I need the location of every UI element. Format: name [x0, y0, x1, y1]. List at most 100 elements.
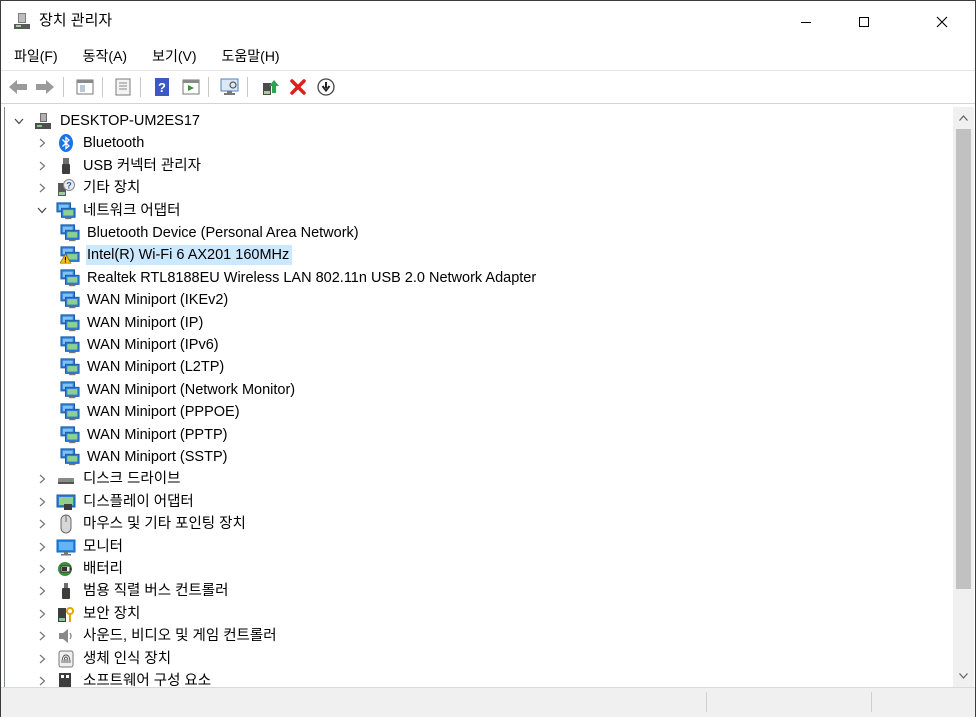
tree-item[interactable]: WAN Miniport (SSTP) [60, 446, 230, 468]
collapse-arrow-icon[interactable] [36, 648, 48, 670]
maximize-button[interactable] [841, 1, 887, 43]
tree-item-label: Intel(R) Wi-Fi 6 AX201 160MHz [86, 245, 293, 266]
tree-item[interactable]: Realtek RTL8188EU Wireless LAN 802.11n U… [60, 267, 539, 289]
tree-item-label: 소프트웨어 구성 요소 [83, 673, 212, 687]
tree-item[interactable]: 범용 직렬 버스 컨트롤러 [36, 580, 232, 602]
tree-item[interactable]: 모니터 [36, 536, 126, 558]
tree-item-label: Bluetooth Device (Personal Area Network) [87, 225, 359, 241]
tree-item[interactable]: 사운드, 비디오 및 게임 컨트롤러 [36, 625, 280, 647]
update-driver-button[interactable] [258, 75, 282, 99]
sound-icon [56, 626, 76, 646]
tree-item[interactable]: WAN Miniport (Network Monitor) [60, 379, 298, 401]
tree-item[interactable]: 네트워크 어댑터 [36, 200, 183, 222]
title-bar[interactable]: 장치 관리자 [1, 1, 975, 43]
network-adapter-icon [60, 447, 80, 467]
close-icon [936, 16, 948, 28]
tree-item[interactable]: WAN Miniport (L2TP) [60, 356, 227, 378]
scroll-thumb[interactable] [956, 129, 971, 589]
back-button[interactable] [6, 75, 30, 99]
tree-item-label: USB 커넥터 관리자 [83, 157, 201, 174]
tree-item[interactable]: DESKTOP-UM2ES17 [13, 110, 203, 132]
collapse-arrow-icon[interactable] [36, 580, 48, 602]
properties-button[interactable] [73, 75, 97, 99]
tree-item[interactable]: WAN Miniport (PPPOE) [60, 401, 243, 423]
tree-item-label: 모니터 [83, 538, 124, 555]
tree-item[interactable]: ? 기타 장치 [36, 177, 143, 199]
menu-file[interactable]: 파일(F) [1, 43, 70, 69]
network-adapter-icon [60, 290, 80, 310]
device-tree[interactable]: DESKTOP-UM2ES17 Bluetooth USB 커넥터 관리자? 기타 장… [4, 107, 953, 687]
collapse-arrow-icon[interactable] [36, 603, 48, 625]
collapse-arrow-icon[interactable] [36, 625, 48, 647]
tree-item[interactable]: 생체 인식 장치 [36, 648, 174, 670]
disable-button[interactable] [314, 75, 338, 99]
svg-text:?: ? [66, 181, 72, 191]
device-manager-window: 장치 관리자 파일(F) 동작(A) 보기(V) 도움말(H) ? DESKTO… [0, 0, 976, 717]
vertical-scrollbar[interactable] [953, 107, 974, 687]
uninstall-button[interactable] [286, 75, 310, 99]
view-button[interactable] [179, 75, 203, 99]
collapse-arrow-icon[interactable] [36, 155, 48, 177]
collapse-arrow-icon[interactable] [36, 132, 48, 154]
tree-item-label: WAN Miniport (L2TP) [87, 359, 225, 376]
tree-item[interactable]: WAN Miniport (IKEv2) [60, 289, 231, 311]
scroll-down-button[interactable] [953, 667, 974, 685]
collapse-arrow-icon[interactable] [36, 177, 48, 199]
disable-icon [317, 78, 335, 96]
tree-item[interactable]: 소프트웨어 구성 요소 [36, 670, 214, 687]
tree-item[interactable]: Bluetooth [36, 132, 147, 154]
computer-icon [33, 111, 53, 131]
collapse-arrow-icon[interactable] [36, 670, 48, 687]
toolbar: ? [1, 70, 975, 104]
tree-item[interactable]: 배터리 [36, 558, 126, 580]
tree-item[interactable]: WAN Miniport (IPv6) [60, 334, 222, 356]
fingerprint-icon [56, 649, 76, 669]
network-adapter-icon [60, 223, 80, 243]
minimize-button[interactable] [783, 1, 829, 43]
tree-item-label: 기타 장치 [83, 180, 141, 197]
network-adapter-warning-icon [60, 245, 80, 265]
collapse-arrow-icon[interactable] [36, 468, 48, 490]
tree-item[interactable]: 보안 장치 [36, 603, 143, 625]
tree-item-label: WAN Miniport (Network Monitor) [87, 381, 296, 398]
update-list-button[interactable] [111, 75, 135, 99]
chevron-up-icon [959, 115, 968, 121]
scroll-up-button[interactable] [953, 109, 974, 127]
menu-help[interactable]: 도움말(H) [209, 43, 292, 69]
collapse-arrow-icon[interactable] [36, 491, 48, 513]
tree-item-label: Realtek RTL8188EU Wireless LAN 802.11n U… [87, 269, 537, 286]
network-adapter-icon [60, 402, 80, 422]
tree-item[interactable]: 디스크 드라이브 [36, 468, 183, 490]
collapse-arrow-icon[interactable] [36, 558, 48, 580]
close-button[interactable] [919, 1, 965, 43]
security-device-icon [56, 604, 76, 624]
unknown-device-icon: ? [56, 178, 76, 198]
menu-action[interactable]: 동작(A) [70, 43, 139, 69]
collapse-arrow-icon[interactable] [36, 513, 48, 535]
help-button[interactable]: ? [150, 75, 174, 99]
network-adapter-icon [60, 313, 80, 333]
expand-arrow-icon[interactable] [36, 200, 48, 222]
tree-item-label: 사운드, 비디오 및 게임 컨트롤러 [83, 628, 277, 645]
update-list-icon [115, 78, 131, 96]
expand-arrow-icon[interactable] [13, 110, 25, 132]
mouse-icon [56, 514, 76, 534]
scan-hardware-button[interactable] [218, 75, 242, 99]
tree-item[interactable]: Intel(R) Wi-Fi 6 AX201 160MHz [60, 244, 293, 266]
tree-item[interactable]: Bluetooth Device (Personal Area Network) [60, 222, 362, 244]
back-icon [9, 80, 27, 94]
status-bar [1, 687, 975, 717]
menu-view[interactable]: 보기(V) [139, 43, 208, 69]
tree-item[interactable]: USB 커넥터 관리자 [36, 155, 204, 177]
tree-item[interactable]: 디스플레이 어댑터 [36, 491, 197, 513]
tree-item[interactable]: WAN Miniport (PPTP) [60, 424, 230, 446]
tree-item[interactable]: WAN Miniport (IP) [60, 312, 206, 334]
forward-button[interactable] [33, 75, 57, 99]
maximize-icon [859, 17, 869, 27]
monitor-icon [56, 537, 76, 557]
collapse-arrow-icon[interactable] [36, 536, 48, 558]
tree-item[interactable]: 마우스 및 기타 포인팅 장치 [36, 513, 249, 535]
disk-drive-icon [56, 469, 76, 489]
tree-item-label: 보안 장치 [83, 605, 141, 622]
window-title: 장치 관리자 [39, 12, 113, 29]
